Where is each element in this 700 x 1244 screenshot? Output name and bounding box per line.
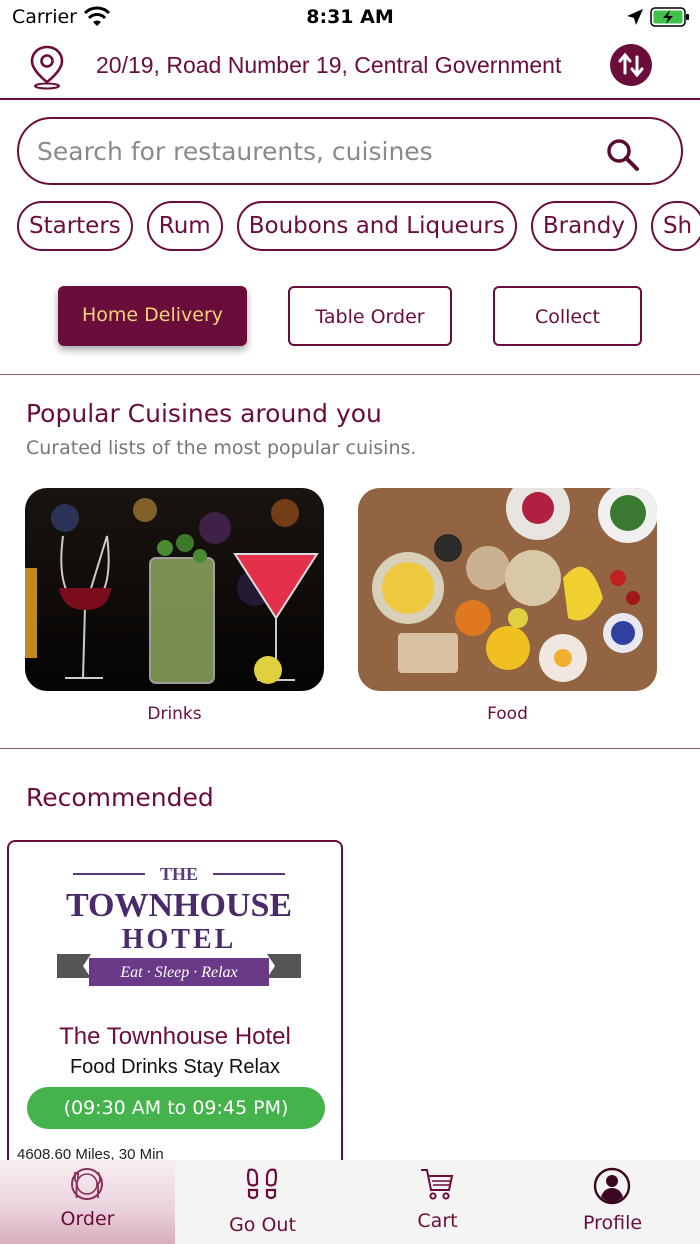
popular-section-subtitle: Curated lists of the most popular cuisin… <box>26 437 417 459</box>
category-chip[interactable]: Rum <box>146 201 223 251</box>
tab-label: Go Out <box>229 1214 296 1236</box>
tab-cart[interactable]: Cart <box>350 1160 525 1244</box>
category-chips: Starters Rum Boubons and Liqueurs Brandy Sh <box>17 201 700 253</box>
cuisine-label-food: Food <box>487 704 528 724</box>
logo-ribbon-text: Eat · Sleep · Relax <box>119 964 237 981</box>
table-order-button[interactable]: Table Order <box>288 286 452 346</box>
tab-label: Profile <box>582 1212 643 1234</box>
home-delivery-button[interactable]: Home Delivery <box>58 286 247 346</box>
status-time: 8:31 AM <box>306 6 394 28</box>
townhouse-hotel-logo: THE TOWNHOUSE HOTEL Eat · Sleep · Relax <box>57 864 301 986</box>
cart-icon <box>421 1169 454 1200</box>
delivery-address[interactable]: 20/19, Road Number 19, Central Governmen… <box>96 52 608 79</box>
category-chip[interactable]: Sh <box>650 201 700 251</box>
category-chip[interactable]: Boubons and Liqueurs <box>236 201 517 251</box>
restaurant-card[interactable]: THE TOWNHOUSE HOTEL Eat · Sleep · Relax … <box>7 840 343 1180</box>
drinks-image <box>25 488 324 691</box>
divider <box>0 748 700 749</box>
search-bar[interactable] <box>17 117 683 185</box>
battery-icon <box>650 7 689 27</box>
logo-hotel: HOTEL <box>122 924 237 955</box>
collect-button[interactable]: Collect <box>493 286 642 346</box>
logo-townhouse: TOWNHOUSE <box>66 887 292 924</box>
popular-section-title: Popular Cuisines around you <box>26 399 382 428</box>
tab-profile[interactable]: Profile <box>525 1160 700 1244</box>
search-icon[interactable] <box>605 137 641 173</box>
category-chip[interactable]: Starters <box>17 201 133 251</box>
location-arrow-icon <box>627 9 643 25</box>
search-input[interactable] <box>37 133 597 169</box>
status-bar: Carrier 8:31 AM <box>0 0 700 36</box>
tab-order[interactable]: Order <box>0 1160 175 1244</box>
logo-the: THE <box>160 864 198 884</box>
cuisine-label-drinks: Drinks <box>147 704 202 724</box>
address-bar[interactable]: 20/19, Road Number 19, Central Governmen… <box>0 38 700 100</box>
tab-go-out[interactable]: Go Out <box>175 1160 350 1244</box>
bottom-tab-bar: Order Go Out Cart Profile <box>0 1160 700 1244</box>
drinks-card[interactable] <box>25 488 324 691</box>
opening-hours-badge: (09:30 AM to 09:45 PM) <box>27 1087 325 1129</box>
food-image <box>358 488 657 691</box>
category-chip[interactable]: Brandy <box>530 201 637 251</box>
restaurant-name: The Townhouse Hotel <box>59 1023 291 1050</box>
profile-icon <box>593 1167 631 1205</box>
location-pin-icon <box>30 45 64 90</box>
divider <box>0 374 700 375</box>
swap-arrows-icon <box>618 52 644 78</box>
food-card[interactable] <box>358 488 657 691</box>
restaurant-tagline: Food Drinks Stay Relax <box>69 1056 281 1078</box>
swap-address-button[interactable] <box>610 44 652 86</box>
tab-label: Order <box>60 1208 115 1230</box>
tab-label: Cart <box>417 1210 458 1232</box>
recommended-section-title: Recommended <box>26 783 214 812</box>
plate-cutlery-icon <box>71 1168 103 1200</box>
footprints-icon <box>246 1168 278 1200</box>
